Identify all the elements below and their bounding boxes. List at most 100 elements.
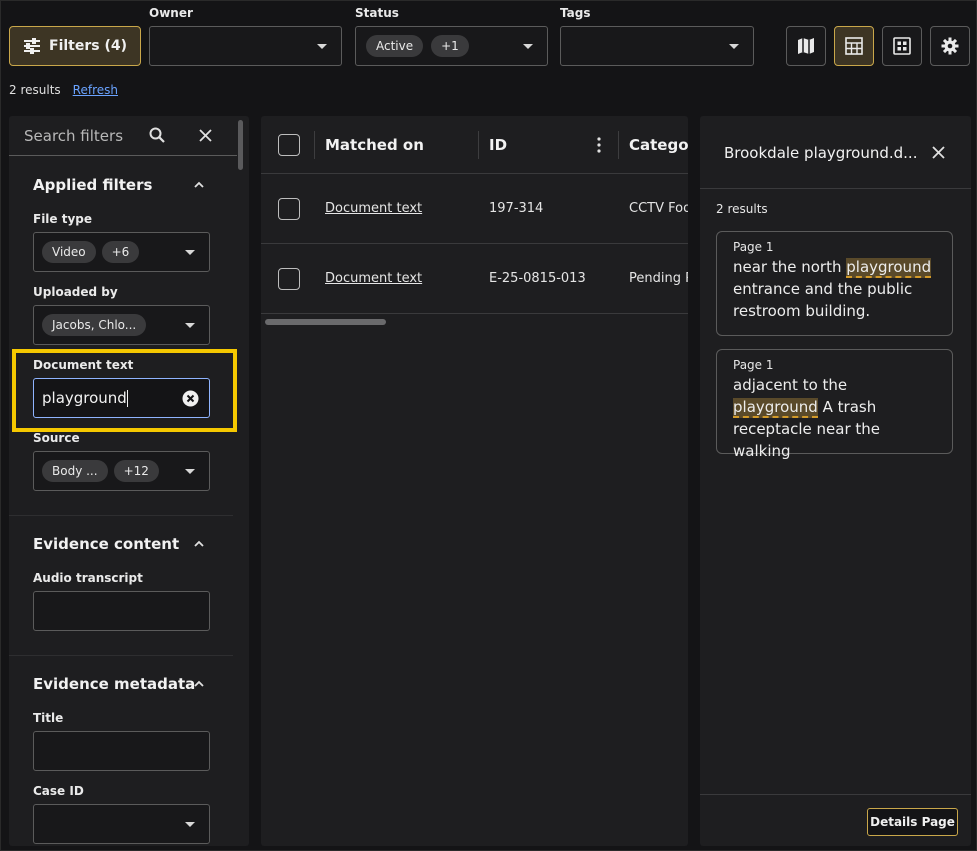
grid-icon xyxy=(893,37,911,55)
file-type-label: File type xyxy=(33,212,93,226)
card-page-number: Page 1 xyxy=(733,358,774,372)
chevron-up-icon[interactable] xyxy=(194,679,204,689)
uploaded-by-label: Uploaded by xyxy=(33,285,118,299)
row-checkbox[interactable] xyxy=(278,198,300,220)
table-icon xyxy=(845,37,863,55)
chevron-down-icon xyxy=(185,822,195,827)
source-chip: Body ... xyxy=(42,460,108,482)
row-category: Pending Review xyxy=(629,271,688,286)
snippet-highlight: playground xyxy=(733,398,818,418)
section-divider xyxy=(9,655,233,656)
section-divider xyxy=(9,515,233,516)
settings-button[interactable] xyxy=(930,26,970,66)
case-id-select[interactable] xyxy=(33,804,210,844)
card-snippet: adjacent to the playground A trash recep… xyxy=(733,374,936,462)
row-checkbox[interactable] xyxy=(278,268,300,290)
evidence-content-title: Evidence content xyxy=(33,535,180,553)
refresh-link[interactable]: Refresh xyxy=(73,83,118,97)
preview-title: Brookdale playground.d... xyxy=(724,144,918,162)
tags-label: Tags xyxy=(560,6,591,20)
column-separator xyxy=(618,131,619,159)
evidence-metadata-title: Evidence metadata xyxy=(33,675,196,693)
horizontal-scrollbar[interactable] xyxy=(265,319,386,325)
status-label: Status xyxy=(355,6,399,20)
applied-filters-title: Applied filters xyxy=(33,176,153,194)
close-icon[interactable] xyxy=(932,146,945,159)
matched-on-link[interactable]: Document text xyxy=(325,271,422,286)
file-type-select[interactable]: Video +6 xyxy=(33,232,210,272)
table-view-button[interactable] xyxy=(834,26,874,66)
chevron-down-icon xyxy=(729,44,739,49)
file-type-chip: Video xyxy=(42,241,96,263)
snippet-text: near the north xyxy=(733,258,847,276)
column-header-matched-on[interactable]: Matched on xyxy=(325,136,424,154)
audio-transcript-input[interactable] xyxy=(33,591,210,631)
snippet-text: adjacent to the xyxy=(733,376,848,394)
filter-search-row[interactable]: Search filters xyxy=(9,116,237,156)
grid-view-button[interactable] xyxy=(882,26,922,66)
title-input[interactable] xyxy=(33,731,210,771)
audio-transcript-label: Audio transcript xyxy=(33,571,143,585)
tags-select[interactable] xyxy=(560,26,754,66)
card-snippet: near the north playground entrance and t… xyxy=(733,256,936,322)
filters-button[interactable]: Filters (4) xyxy=(9,26,141,66)
chevron-down-icon xyxy=(185,469,195,474)
close-icon[interactable] xyxy=(199,129,212,142)
owner-select[interactable] xyxy=(149,26,342,66)
match-card[interactable]: Page 1 near the north playground entranc… xyxy=(716,231,953,336)
uploaded-by-select[interactable]: Jacobs, Chlo... xyxy=(33,305,210,345)
table-row[interactable]: Document text 197-314 CCTV Footage xyxy=(261,174,688,244)
row-id: E-25-0815-013 xyxy=(489,271,586,286)
sliders-icon xyxy=(23,38,41,54)
column-header-id[interactable]: ID xyxy=(489,136,507,154)
results-table: Matched on ID Category Document text 197… xyxy=(261,116,688,846)
filters-scrollbar[interactable] xyxy=(238,120,243,170)
results-summary: 2 results Refresh xyxy=(9,83,118,97)
preview-panel: Brookdale playground.d... 2 results Page… xyxy=(700,116,971,846)
chevron-up-icon[interactable] xyxy=(194,539,204,549)
details-page-button[interactable]: Details Page xyxy=(867,808,958,836)
chevron-up-icon[interactable] xyxy=(194,180,204,190)
chevron-down-icon xyxy=(185,250,195,255)
owner-label: Owner xyxy=(149,6,193,20)
status-more-chip: +1 xyxy=(431,35,469,57)
column-separator xyxy=(478,131,479,159)
chevron-down-icon xyxy=(317,44,327,49)
card-page-number: Page 1 xyxy=(733,240,774,254)
footer-divider xyxy=(700,794,971,795)
row-category: CCTV Footage xyxy=(629,201,688,216)
status-chip: Active xyxy=(366,35,424,57)
preview-results-count: 2 results xyxy=(716,202,768,216)
status-select[interactable]: Active +1 xyxy=(355,26,548,66)
column-separator xyxy=(314,131,315,159)
source-more-chip: +12 xyxy=(113,460,159,482)
chevron-down-icon xyxy=(523,44,533,49)
preview-header: Brookdale playground.d... xyxy=(700,116,971,189)
case-id-label: Case ID xyxy=(33,784,84,798)
column-menu-icon[interactable] xyxy=(597,137,601,153)
search-icon[interactable] xyxy=(149,127,165,143)
filter-search-input[interactable]: Search filters xyxy=(24,127,123,145)
map-icon xyxy=(797,37,815,55)
filters-button-label: Filters (4) xyxy=(49,38,127,54)
gear-icon xyxy=(941,37,959,55)
table-row[interactable]: Document text E-25-0815-013 Pending Revi… xyxy=(261,244,688,314)
snippet-text: entrance and the public restroom buildin… xyxy=(733,280,913,320)
chevron-down-icon xyxy=(185,323,195,328)
results-count: 2 results xyxy=(9,83,61,97)
select-all-checkbox[interactable] xyxy=(278,134,300,156)
table-header: Matched on ID Category xyxy=(261,116,688,174)
filters-panel: Search filters Applied filters File type… xyxy=(9,116,249,846)
map-view-button[interactable] xyxy=(786,26,826,66)
row-id: 197-314 xyxy=(489,201,544,216)
uploaded-by-chip: Jacobs, Chlo... xyxy=(42,314,147,336)
snippet-highlight: playground xyxy=(846,258,932,278)
source-select[interactable]: Body ... +12 xyxy=(33,451,210,491)
highlight-frame xyxy=(12,349,237,432)
file-type-more-chip: +6 xyxy=(101,241,140,263)
matched-on-link[interactable]: Document text xyxy=(325,201,422,216)
column-header-category[interactable]: Category xyxy=(629,136,688,154)
source-label: Source xyxy=(33,431,80,445)
title-label: Title xyxy=(33,711,64,725)
match-card[interactable]: Page 1 adjacent to the playground A tras… xyxy=(716,349,953,460)
